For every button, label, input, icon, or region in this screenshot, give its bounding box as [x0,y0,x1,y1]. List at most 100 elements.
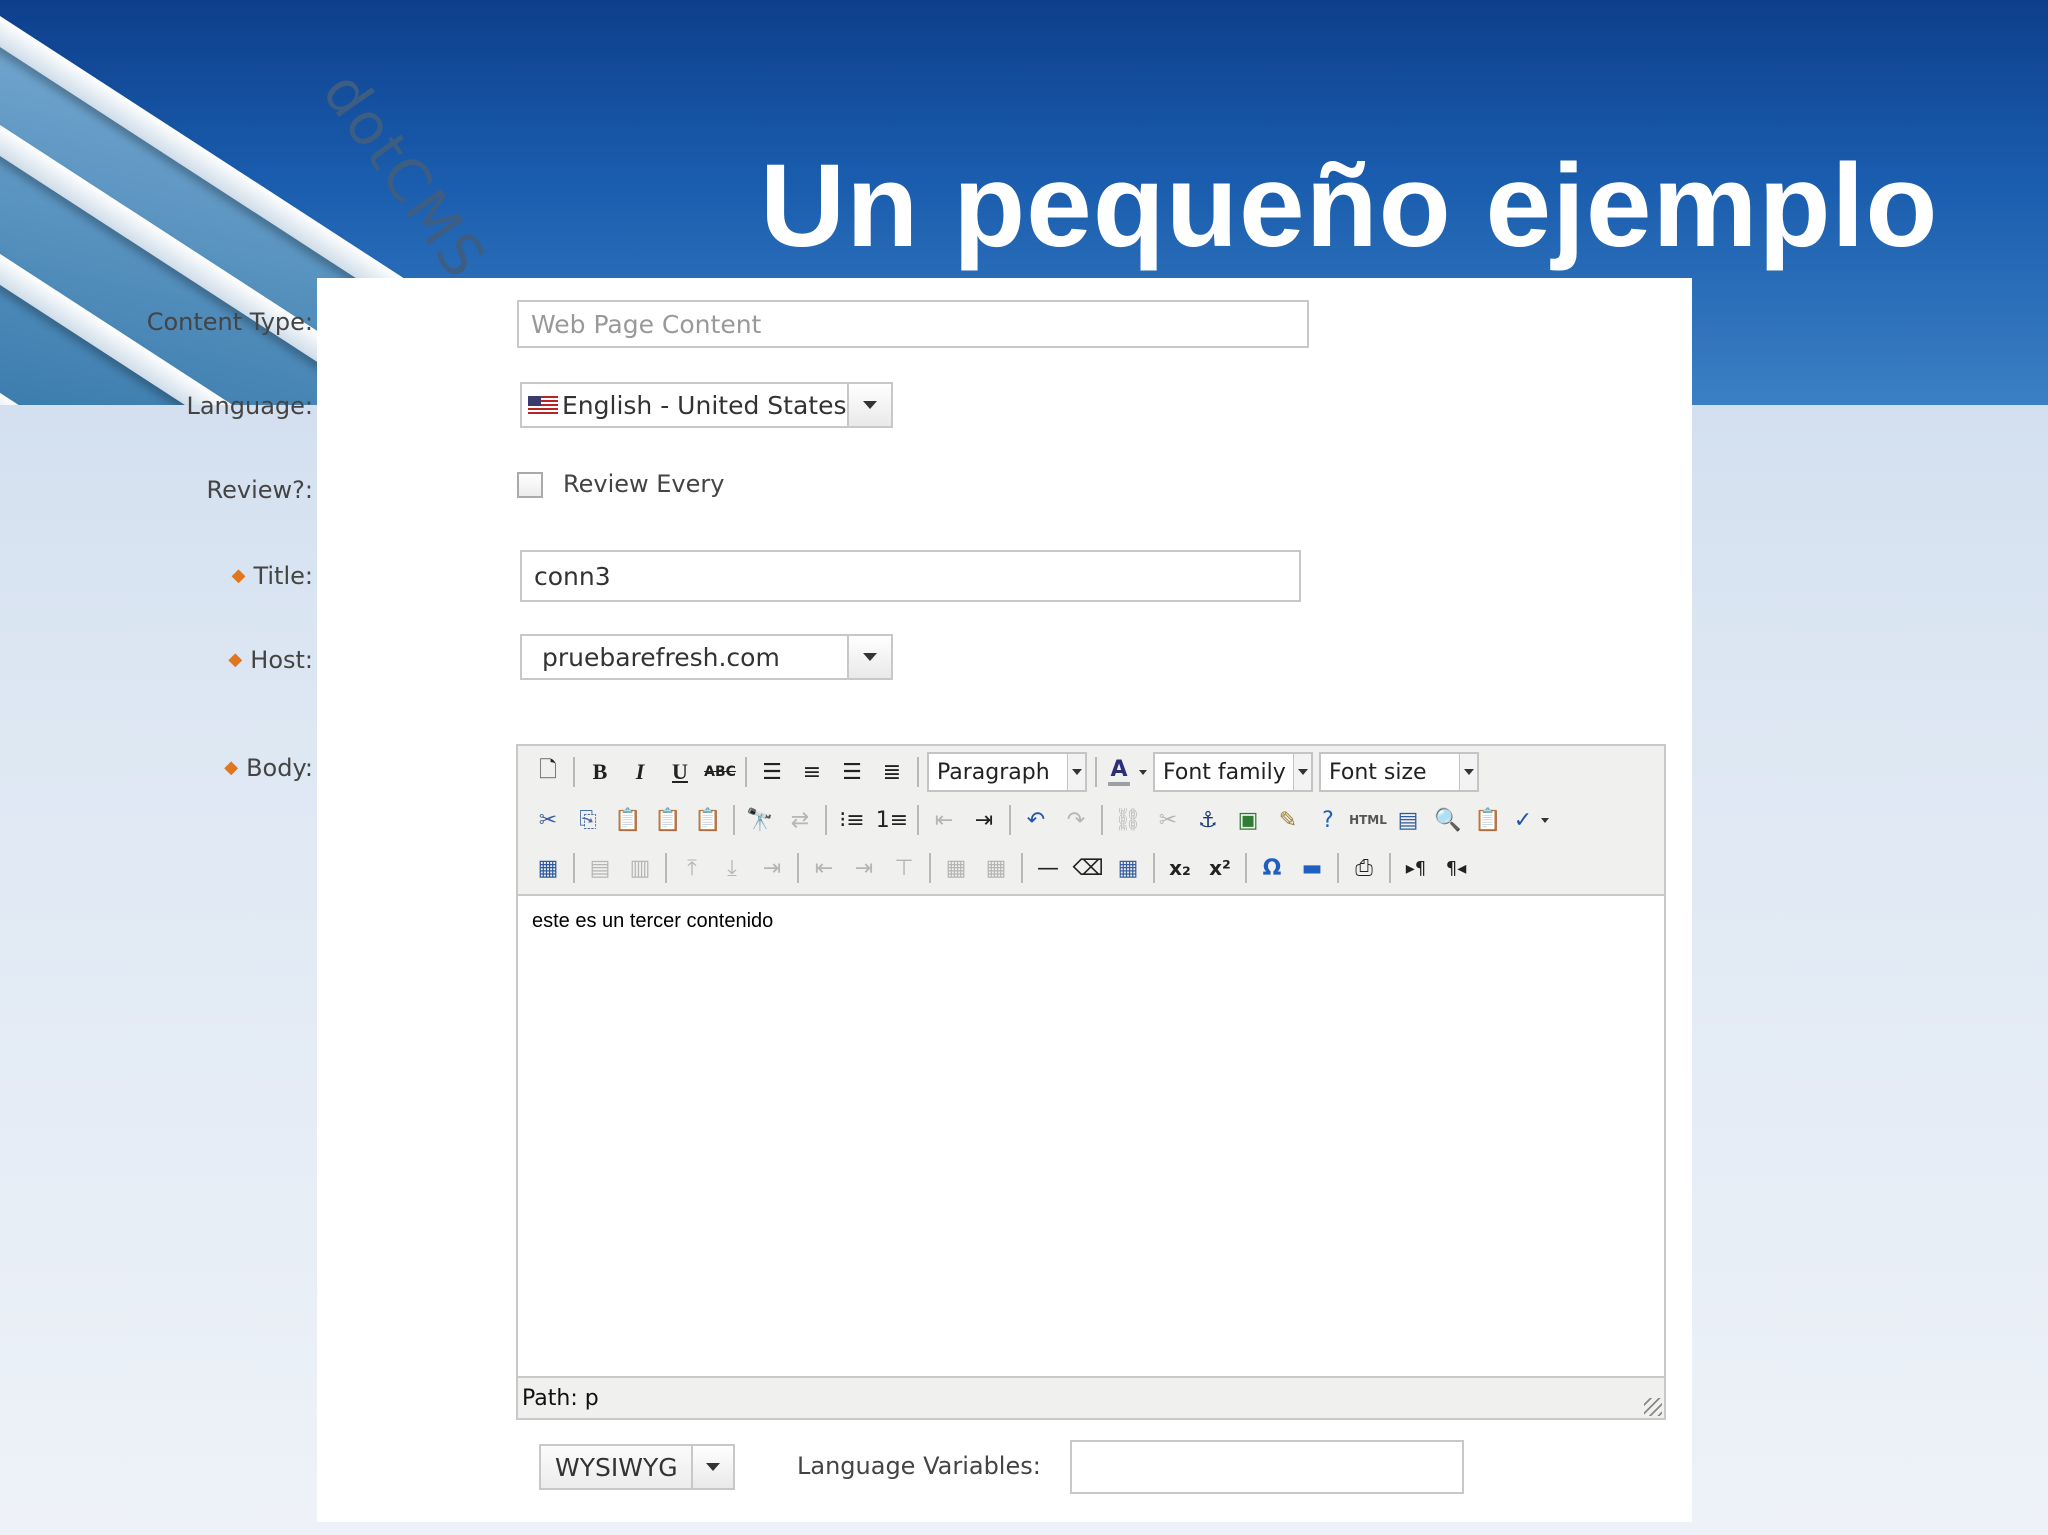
strikethrough-icon[interactable]: ABC [700,752,740,792]
chevron-down-icon[interactable] [691,1446,733,1488]
host-select[interactable]: pruebarefresh.com [520,634,893,680]
host-value: pruebarefresh.com [542,642,780,672]
toolbar-row-1: 🗋 B I U ABC ☰ ≡ ☰ ≣ Paragraph A Font fam… [528,750,1482,794]
review-label: Review?: [206,476,313,504]
content-type-label: Content Type: [146,308,313,336]
chevron-down-icon[interactable] [1293,754,1311,790]
language-select[interactable]: English - United States [520,382,893,428]
image-icon[interactable]: ▣ [1228,800,1268,840]
print-icon[interactable]: ⎙ [1344,848,1384,888]
indent-icon[interactable]: ⇥ [964,800,1004,840]
special-char-icon[interactable]: Ω [1252,848,1292,888]
bullet-list-icon[interactable]: ⁝≡ [832,800,872,840]
format-select[interactable]: Paragraph [927,752,1087,792]
element-path: Path: p [522,1385,599,1411]
preview-icon[interactable]: 🔍 [1428,800,1468,840]
redo-icon[interactable]: ↷ [1056,800,1096,840]
chevron-down-icon[interactable] [1136,752,1150,792]
italic-icon[interactable]: I [620,752,660,792]
new-document-icon[interactable]: 🗋 [528,752,568,792]
media-icon[interactable]: ▤ [1388,800,1428,840]
hr-advanced-icon[interactable]: ▬ [1292,848,1332,888]
undo-icon[interactable]: ↶ [1016,800,1056,840]
required-marker-icon: ◆ [228,649,243,670]
editor-content-area[interactable]: este es un tercer contenido [518,894,1664,1378]
align-left-icon[interactable]: ☰ [752,752,792,792]
align-center-icon[interactable]: ≡ [792,752,832,792]
review-checkbox[interactable] [517,472,543,498]
host-label: ◆ Host: [228,646,313,674]
slide-title: Un pequeño ejemplo [760,140,1939,272]
paste-word-icon[interactable]: 📋 [688,800,728,840]
delete-col-icon[interactable]: ⊤ [884,848,924,888]
merge-cells-icon[interactable]: ▦ [976,848,1016,888]
html-icon[interactable]: HTML [1348,800,1388,840]
split-cells-icon[interactable]: ▦ [936,848,976,888]
flag-icon [528,396,558,414]
table-cell-props-icon[interactable]: ▥ [620,848,660,888]
align-right-icon[interactable]: ☰ [832,752,872,792]
paste-plain-icon[interactable]: 📋 [1468,800,1508,840]
rtl-icon[interactable]: ¶◂ [1436,848,1476,888]
unlink-icon[interactable]: ✂ [1148,800,1188,840]
find-icon[interactable]: 🔭 [740,800,780,840]
required-marker-icon: ◆ [231,565,246,586]
cleanup-icon[interactable]: ✎ [1268,800,1308,840]
link-icon[interactable]: ⛓ [1108,800,1148,840]
editor-mode-value: WYSIWYG [555,1452,678,1482]
insert-table-icon[interactable]: ▦ [528,848,568,888]
align-justify-icon[interactable]: ≣ [872,752,912,792]
replace-icon[interactable]: ⇄ [780,800,820,840]
editor-status-bar: Path: p [518,1378,1664,1418]
spellcheck-icon[interactable]: ✓ [1508,800,1538,840]
content-type-value: Web Page Content [531,309,762,339]
chevron-down-icon[interactable] [1459,754,1477,790]
table-row-props-icon[interactable]: ▤ [580,848,620,888]
title-label: ◆ Title: [231,562,313,590]
ltr-icon[interactable]: ▸¶ [1396,848,1436,888]
body-label: ◆ Body: [224,754,313,782]
anchor-icon[interactable]: ⚓ [1188,800,1228,840]
chevron-down-icon[interactable] [847,384,891,426]
paste-text-icon[interactable]: 📋 [648,800,688,840]
language-variables-label: Language Variables: [797,1452,1041,1480]
subscript-icon[interactable]: x₂ [1160,848,1200,888]
copy-icon[interactable]: ⎘ [568,800,608,840]
chevron-down-icon[interactable] [847,636,891,678]
language-variables-input[interactable] [1070,1440,1464,1494]
visual-aid-icon[interactable]: ▦ [1108,848,1148,888]
superscript-icon[interactable]: x² [1200,848,1240,888]
chevron-down-icon[interactable] [1538,800,1552,840]
chevron-down-icon[interactable] [1067,754,1085,790]
paste-icon[interactable]: 📋 [608,800,648,840]
font-family-select[interactable]: Font family [1153,752,1313,792]
language-value: English - United States [562,390,847,420]
col-before-icon[interactable]: ⇤ [804,848,844,888]
language-label: Language: [186,392,313,420]
editor-content-text: este es un tercer contenido [532,910,774,932]
help-icon[interactable]: ? [1308,800,1348,840]
col-after-icon[interactable]: ⇥ [844,848,884,888]
outdent-icon[interactable]: ⇤ [924,800,964,840]
editor-mode-select[interactable]: WYSIWYG [539,1444,735,1490]
row-before-icon[interactable]: ⤒ [672,848,712,888]
resize-grip-icon[interactable] [1644,1398,1662,1416]
cut-icon[interactable]: ✂ [528,800,568,840]
toolbar-row-3: ▦ ▤ ▥ ⤒ ⤓ ⇥ ⇤ ⇥ ⊤ ▦ ▦ — ⌫ ▦ x₂ x² Ω ▬ ⎙ … [528,846,1476,890]
underline-icon[interactable]: U [660,752,700,792]
rich-text-editor: 🗋 B I U ABC ☰ ≡ ☰ ≣ Paragraph A Font fam… [516,744,1666,1420]
numbered-list-icon[interactable]: 1≡ [872,800,912,840]
title-input[interactable]: conn3 [520,550,1301,602]
content-type-field[interactable]: Web Page Content [517,300,1309,348]
remove-format-icon[interactable]: ⌫ [1068,848,1108,888]
text-color-icon[interactable]: A [1102,752,1136,792]
font-size-select[interactable]: Font size [1319,752,1479,792]
row-after-icon[interactable]: ⤓ [712,848,752,888]
bold-icon[interactable]: B [580,752,620,792]
toolbar-row-2: ✂ ⎘ 📋 📋 📋 🔭 ⇄ ⁝≡ 1≡ ⇤ ⇥ ↶ ↷ ⛓ ✂ ⚓ ▣ ✎ ? … [528,798,1552,842]
required-marker-icon: ◆ [224,757,239,778]
horizontal-rule-icon[interactable]: — [1028,848,1068,888]
title-value: conn3 [534,561,611,591]
delete-row-icon[interactable]: ⇥ [752,848,792,888]
review-checkbox-label: Review Every [563,470,725,498]
